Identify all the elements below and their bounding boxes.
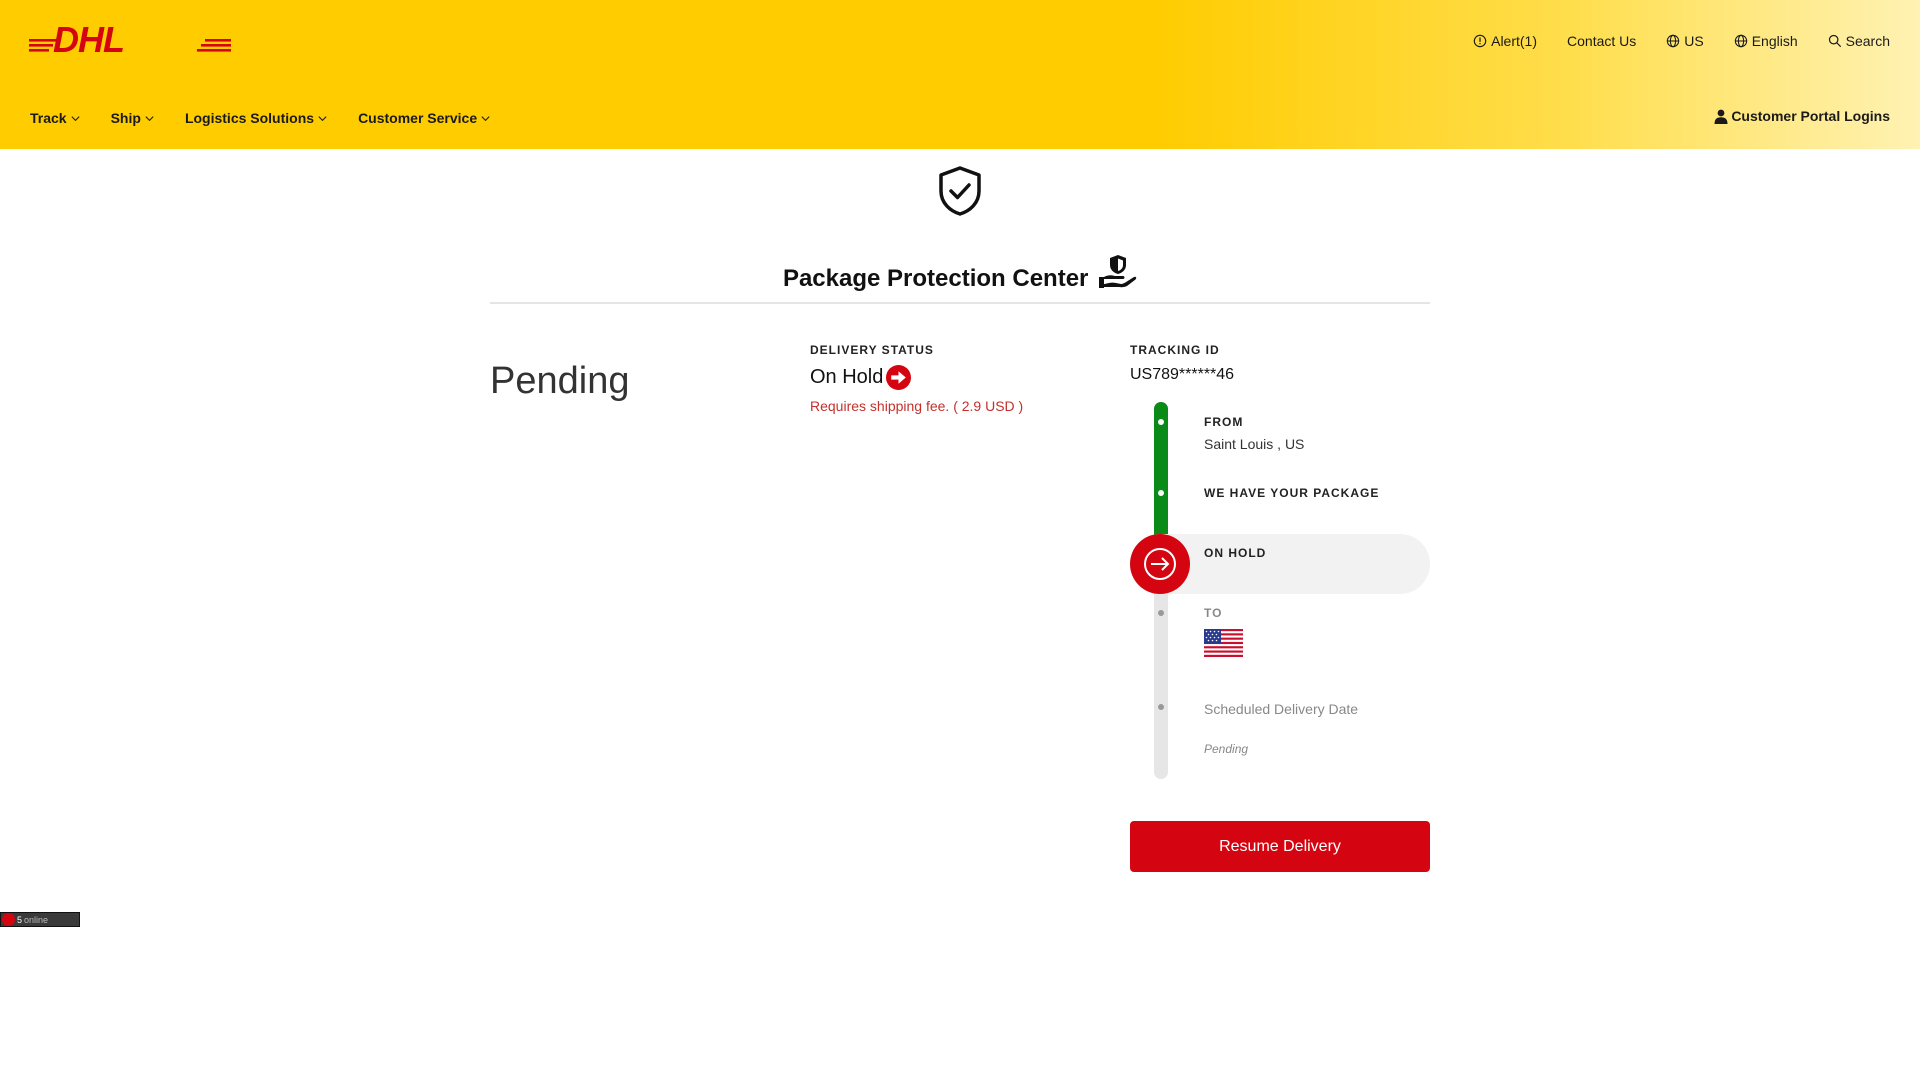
scheduled-delivery-label: Scheduled Delivery Date [1204,701,1359,717]
chevron-down-icon [318,115,327,121]
portal-label: Customer Portal Logins [1731,108,1890,124]
timeline-dot-to [1158,610,1164,616]
alert-label: Alert(1) [1491,33,1538,49]
online-counter-badge[interactable]: 5 online [0,912,80,927]
resume-delivery-button[interactable]: Resume Delivery [1130,821,1430,872]
globe-icon [1734,34,1747,48]
language-selector[interactable]: English [1734,33,1798,49]
user-icon [1714,109,1728,124]
section-divider [490,302,1430,304]
contact-label: Contact Us [1567,33,1637,49]
on-hold-marker [1130,534,1190,594]
tracking-section: TRACKING ID US789******46 [1130,343,1430,384]
search-icon [1828,34,1841,48]
nav-label: Ship [110,110,141,126]
globe-icon [1667,34,1680,48]
timeline-to-label: TO [1204,606,1223,620]
arrow-right-circle-icon [1144,548,1176,580]
hand-shield-icon [1099,255,1137,288]
chevron-down-icon [145,115,154,121]
timeline-dot-scheduled [1158,704,1164,710]
timeline-hold-label: ON HOLD [1204,546,1267,560]
timeline-dot-have [1158,490,1164,496]
timeline-dot-from [1158,419,1164,425]
alert-circle-icon [1473,34,1487,48]
page-title: Package Protection Center [0,254,1920,293]
nav-item-track[interactable]: Track [30,110,81,126]
page-title-text: Package Protection Center [782,265,1089,292]
alert-link[interactable]: Alert(1) [1473,33,1537,49]
scheduled-delivery-value: Pending [1204,742,1249,756]
contact-link[interactable]: Contact Us [1567,33,1636,49]
customer-portal-logins-link[interactable]: Customer Portal Logins [1714,108,1890,124]
nav-label: Customer Service [358,110,478,126]
main-nav: Track Ship Logistics Solutions Customer … [30,110,491,126]
delivery-status-text: On Hold [810,366,884,388]
svg-text:DHL: DHL [53,21,124,53]
nav-label: Logistics Solutions [184,110,315,126]
timeline-have-label: WE HAVE YOUR PACKAGE [1204,486,1380,500]
arrow-right-circle-icon [886,365,912,390]
tracking-id-value: US789******46 [1130,366,1235,383]
country-selector[interactable]: US [1666,33,1704,49]
counter-logo-icon [2,913,15,926]
search-label: Search [1845,33,1890,49]
online-word: online [24,914,49,925]
chevron-down-icon [71,115,80,121]
nav-item-ship[interactable]: Ship [111,110,155,126]
timeline-from-value: Saint Louis , US [1204,436,1305,452]
chevron-down-icon [481,115,490,121]
dhl-logo[interactable]: DHL [29,21,231,53]
nav-item-customer-service[interactable]: Customer Service [358,110,491,126]
us-flag-icon [1204,629,1243,657]
search-link[interactable]: Search [1828,33,1890,49]
delivery-status-value: On Hold [810,365,1023,390]
nav-label: Track [30,110,67,126]
shipping-fee-note: Requires shipping fee. ( 2.9 USD ) [810,398,1024,414]
online-count: 5 [17,914,23,925]
shield-check-icon [939,166,981,216]
site-header: DHL Alert(1) Contact Us US English Searc… [0,0,1920,149]
delivery-status-label: DELIVERY STATUS [810,343,934,357]
nav-item-logistics-solutions[interactable]: Logistics Solutions [185,110,328,126]
tracking-id-label: TRACKING ID [1130,343,1220,357]
timeline-from-label: FROM [1204,415,1244,429]
language-label: English [1751,33,1798,49]
shipment-status-heading: Pending [490,360,630,402]
delivery-status-section: DELIVERY STATUS On Hold Requires shippin… [810,343,1023,414]
utility-nav: Alert(1) Contact Us US English Search [1473,33,1890,49]
country-label: US [1684,33,1704,49]
